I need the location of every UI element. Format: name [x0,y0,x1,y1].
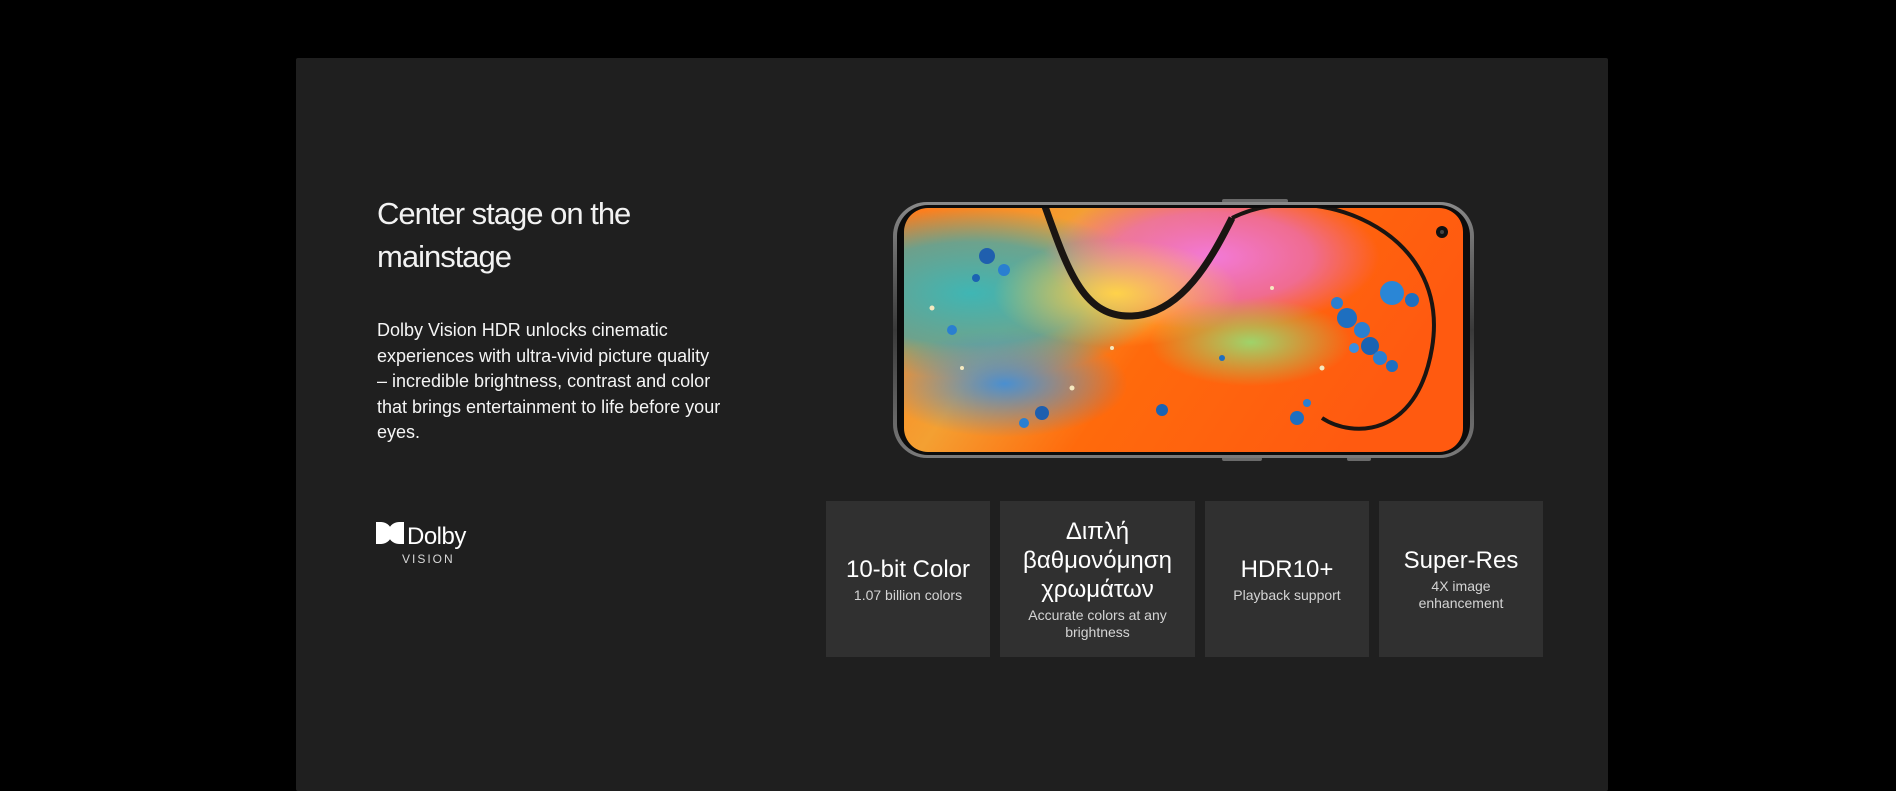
dolby-vision-logo: Dolby VISION [376,522,486,566]
feature-card: 10-bit Color 1.07 billion colors [826,501,990,657]
feature-card: Διπλή βαθμονόμηση χρωμάτων Accurate colo… [1000,501,1195,657]
feature-card: Super-Res 4X image enhancement [1379,501,1543,657]
dolby-vision-section: Center stage on the mainstage Dolby Visi… [296,58,1608,791]
feature-title: HDR10+ [1240,555,1334,583]
feature-subtitle: Accurate colors at any brightness [1028,607,1167,640]
dolby-double-d-icon [376,522,404,544]
dolby-wordmark: Dolby [407,523,466,550]
dolby-vision-label: VISION [402,552,455,566]
feature-subtitle: 1.07 billion colors [853,586,963,603]
feature-card: HDR10+ Playback support [1205,501,1369,657]
section-headline: Center stage on the mainstage [377,196,631,274]
feature-title: 10-bit Color [845,555,971,583]
phone-image [892,198,1475,462]
section-description: Dolby Vision HDR unlocks cinematic exper… [377,320,721,442]
feature-title: Διπλή βαθμονόμηση χρωμάτων [1023,518,1172,603]
feature-subtitle: 4X image enhancement [1418,578,1504,611]
feature-subtitle: Playback support [1233,586,1341,603]
feature-title: Super-Res [1403,547,1519,574]
